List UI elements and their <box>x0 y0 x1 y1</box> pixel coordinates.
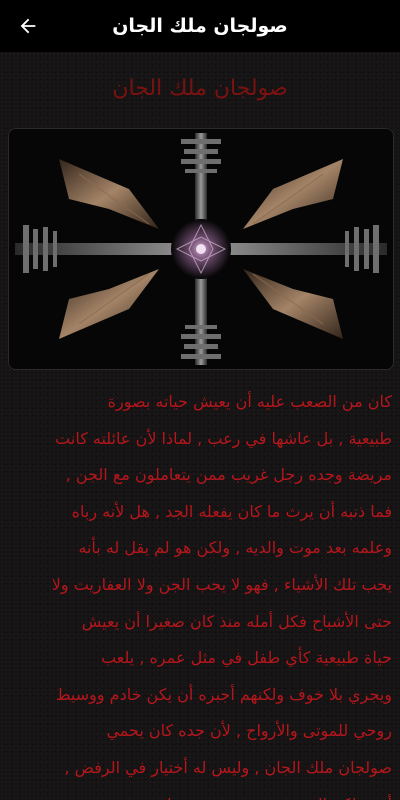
article-line: فما ذنبه أن يرث ما كان يفعله الجد , هل ل… <box>71 501 392 521</box>
article-line: ويجري بلا خوف ولكنهم أجبره أن يكن خادم و… <box>55 684 392 704</box>
arrow-left-icon <box>20 18 36 34</box>
article-line: وعلمه بعد موت والديه , ولكن هو لم يقل له… <box>78 538 392 558</box>
article-line: يحب تلك الأشياء , فهو لا يحب الجن ولا ال… <box>51 574 392 594</box>
scepter-artwork <box>9 129 393 369</box>
article-line: حتى الأشباح فكل أمله منذ كان صغيرا أن يع… <box>81 611 392 631</box>
article-body: كان من الصعب عليه أن يعيش حياته بصورة طب… <box>8 384 392 800</box>
article-line: روحي للموتى والأرواح , لأن جده كان يحمي <box>106 721 392 741</box>
app-bar: صولجان ملك الجان <box>0 0 400 52</box>
app-bar-title: صولجان ملك الجان <box>112 15 288 37</box>
article-line: مريضة وجده رجل غريب ممن يتعاملون مع الجن… <box>65 465 392 485</box>
article-line: كان من الصعب عليه أن يعيش حياته بصورة <box>107 392 392 411</box>
back-button[interactable] <box>14 12 42 40</box>
article-image <box>8 128 394 370</box>
article-content[interactable]: صولجان ملك الجان كان من الصعب عليه أن يع… <box>0 52 400 800</box>
article-line: صولجان ملك الجان , وليس له أختيار في الر… <box>64 757 392 777</box>
article-line: حياة طبيعية كأي طفل في مثل عمره , يلعب <box>101 648 392 668</box>
article-line: أقدم لكم اليوم في موقع قصص واقعية قصة <box>8 787 392 800</box>
article-heading: صولجان ملك الجان <box>112 76 288 101</box>
article-line: طبيعية , بل عاشها في رعب , لماذا لأن عائ… <box>55 428 392 448</box>
